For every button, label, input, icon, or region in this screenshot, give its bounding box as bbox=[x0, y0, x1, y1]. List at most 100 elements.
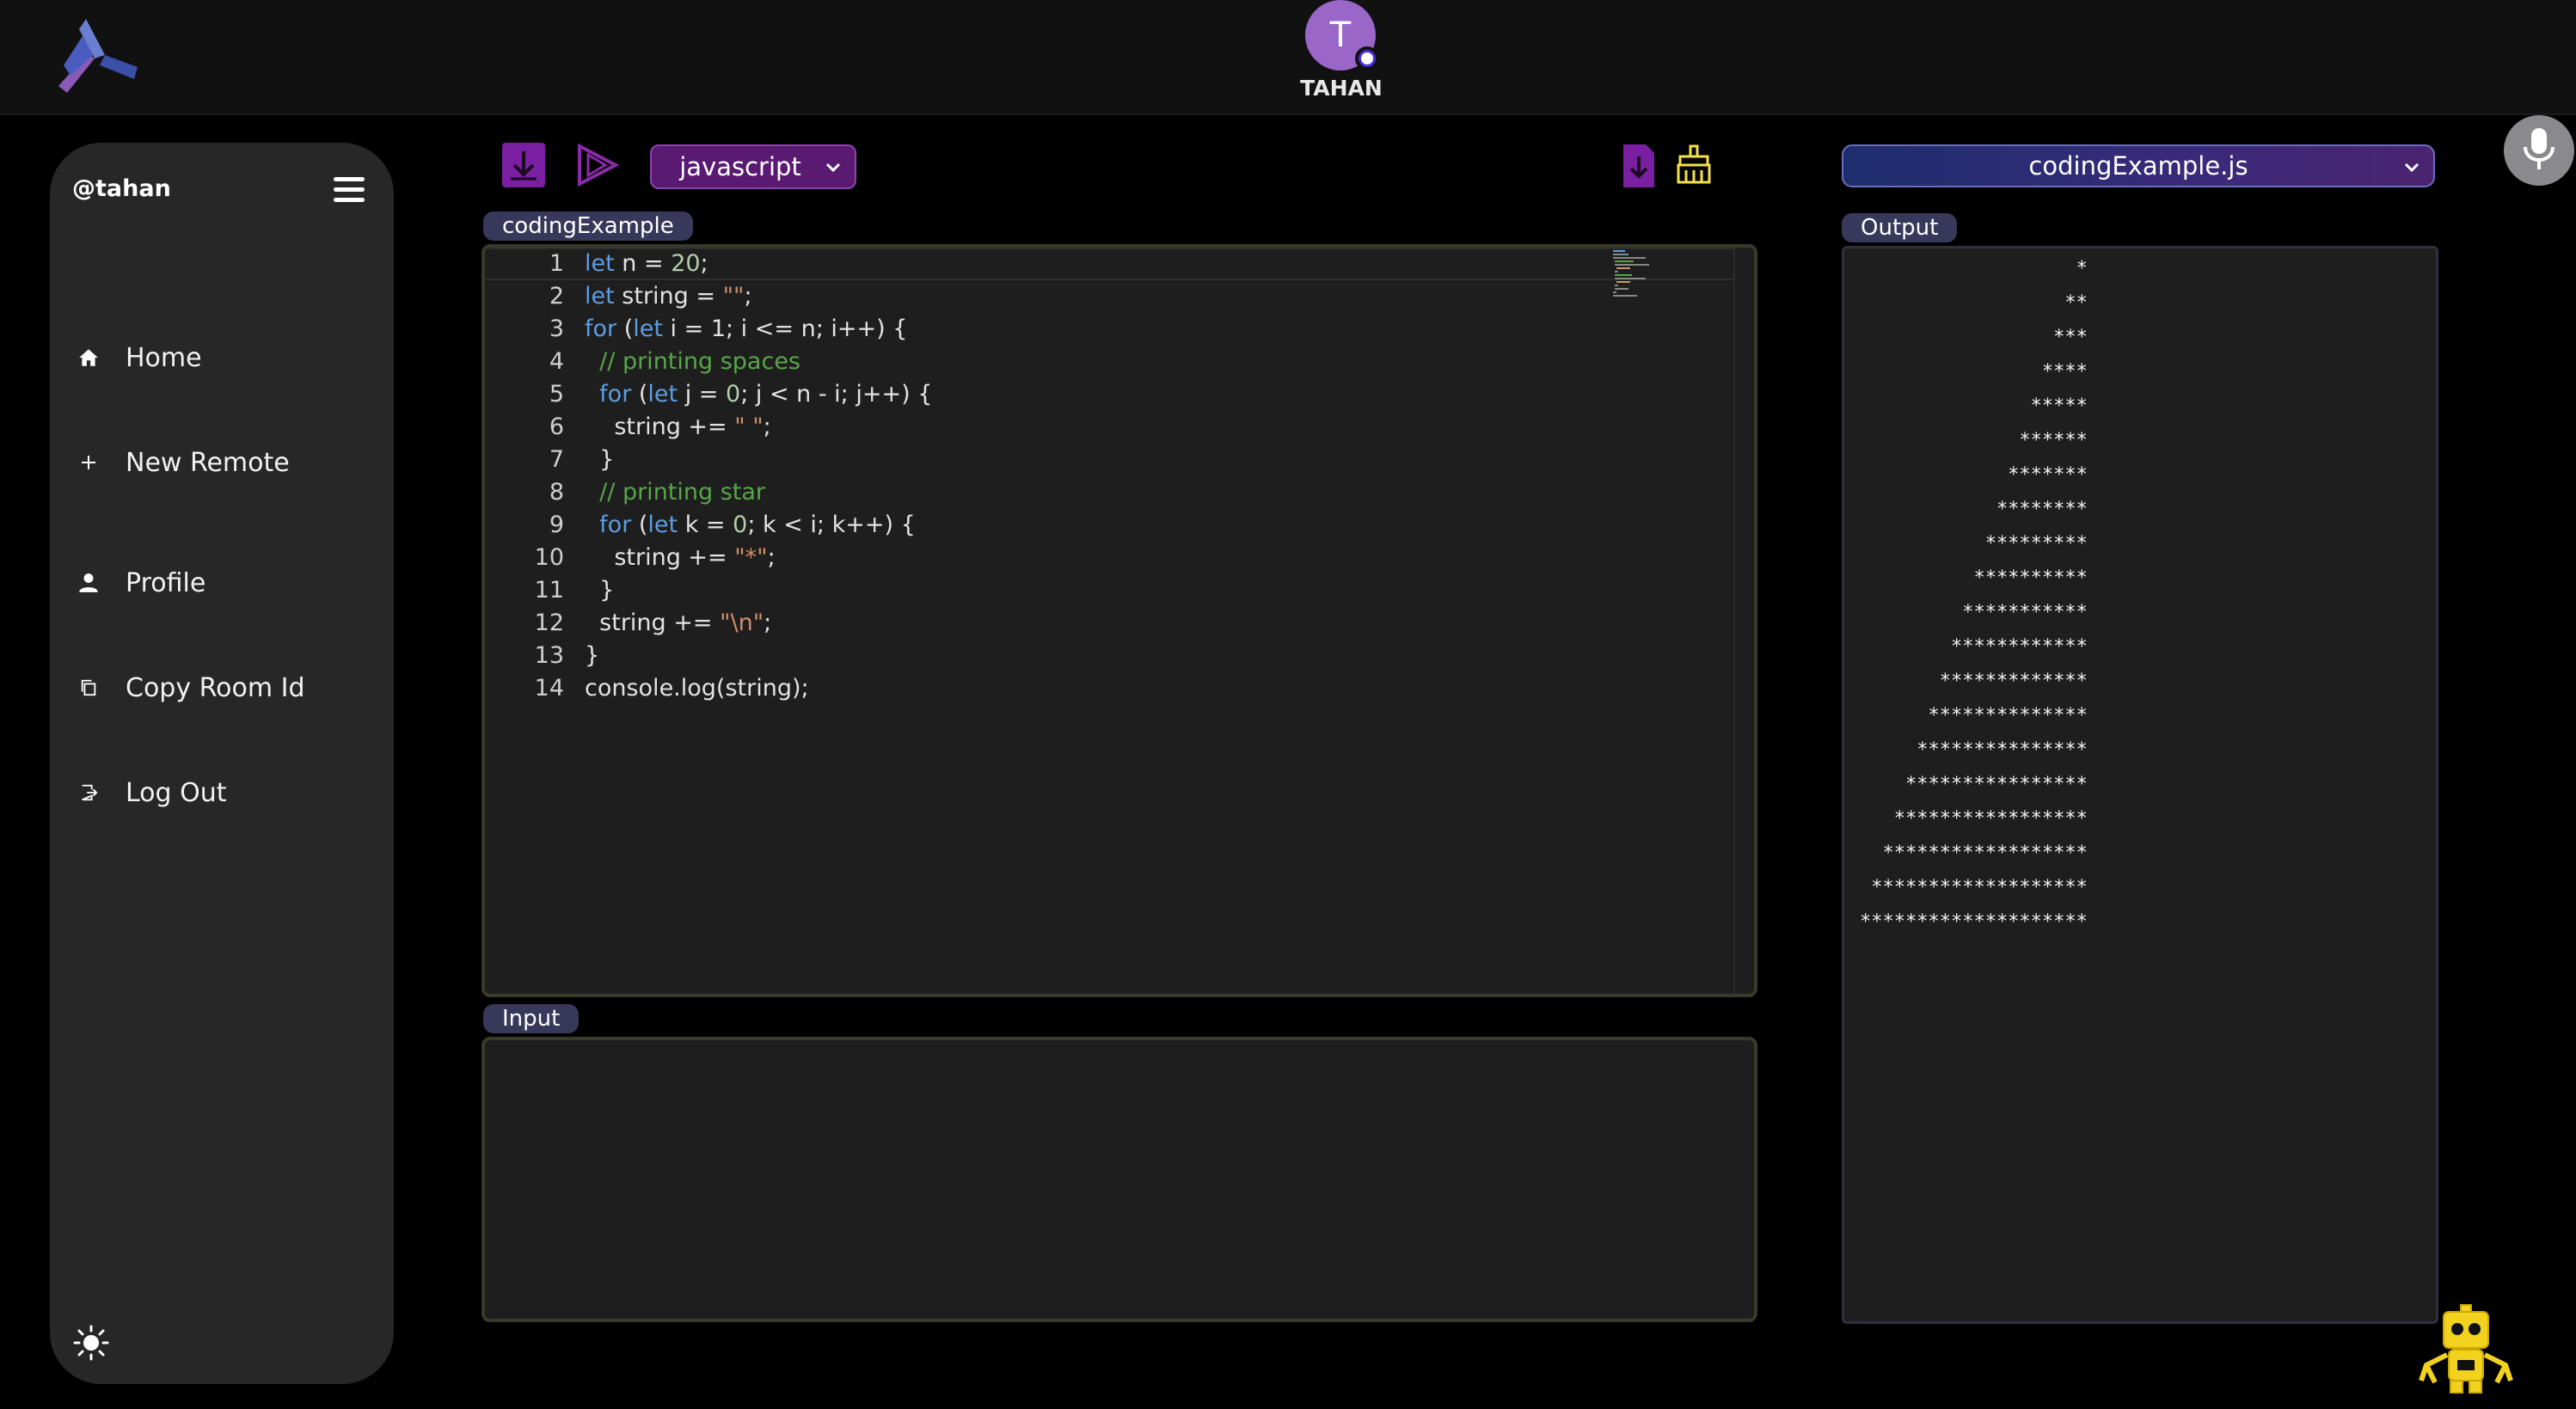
code-editor[interactable]: 1 let n = 20; 2 let string = ""; 3 for (let i… bbox=[481, 244, 1757, 997]
code-token: i = 1; i <= n; i++) { bbox=[662, 315, 908, 342]
stdin-input[interactable] bbox=[481, 1037, 1757, 1322]
code-token: "" bbox=[722, 283, 745, 309]
code-line[interactable]: 4 // printing spaces bbox=[485, 346, 1689, 378]
code-token: " " bbox=[734, 414, 764, 440]
code-line[interactable]: 14 console.log(string); bbox=[485, 672, 1689, 705]
output-line: ***** bbox=[1860, 395, 2088, 417]
code-line[interactable]: 13} bbox=[485, 640, 1689, 672]
code-line[interactable]: 2 let string = ""; bbox=[485, 280, 1689, 313]
sidebar-item-new-remote[interactable]: New Remote bbox=[76, 437, 368, 488]
code-token: } bbox=[585, 642, 600, 669]
editor-scrollbar[interactable] bbox=[1733, 248, 1754, 994]
output-line: ********** bbox=[1860, 567, 2088, 589]
code-text: // printing spaces bbox=[585, 346, 800, 378]
code-text: let n = 20; bbox=[585, 248, 708, 280]
sidebar: @tahan Home New Remote Profile Copy Room… bbox=[50, 143, 394, 1384]
code-text: } bbox=[585, 640, 599, 672]
line-number: 7 bbox=[549, 446, 564, 473]
sidebar-item-log-out[interactable]: Log Out bbox=[76, 767, 368, 818]
microphone-button[interactable] bbox=[2504, 115, 2574, 186]
output-line: ******** bbox=[1860, 499, 2088, 520]
code-token: j = bbox=[678, 381, 726, 407]
line-number: 11 bbox=[534, 577, 564, 603]
line-number: 9 bbox=[549, 512, 564, 538]
code-token: // printing star bbox=[599, 479, 766, 505]
code-line[interactable]: 3 for (let i = 1; i <= n; i++) { bbox=[485, 313, 1689, 346]
hamburger-menu-icon[interactable] bbox=[334, 177, 365, 205]
sun-icon[interactable] bbox=[72, 1324, 110, 1362]
code-token: let bbox=[647, 512, 678, 538]
code-token: ; bbox=[700, 250, 708, 277]
output-line: ************* bbox=[1860, 671, 2088, 692]
code-token: for bbox=[599, 381, 632, 407]
code-token: let bbox=[647, 381, 678, 407]
clear-broom-icon[interactable] bbox=[1673, 144, 1714, 186]
code-line[interactable]: 7 } bbox=[485, 444, 1689, 476]
user-icon bbox=[76, 570, 101, 596]
output-line: ********* bbox=[1860, 533, 2088, 554]
line-number: 5 bbox=[549, 381, 564, 407]
sidebar-item-label: Profile bbox=[126, 567, 206, 598]
code-token: string = bbox=[614, 283, 723, 309]
code-line[interactable]: 9 for (let k = 0; k < i; k++) { bbox=[485, 509, 1689, 542]
code-line[interactable]: 6 string += " "; bbox=[485, 411, 1689, 444]
code-token: 0 bbox=[733, 512, 748, 538]
save-file-icon[interactable] bbox=[1622, 143, 1656, 189]
app-logo[interactable] bbox=[52, 14, 146, 100]
microphone-icon bbox=[2522, 126, 2556, 175]
user-handle: @tahan bbox=[72, 175, 171, 202]
code-token: for bbox=[585, 315, 617, 342]
code-text: for (let k = 0; k < i; k++) { bbox=[585, 509, 916, 542]
line-number: 6 bbox=[549, 414, 564, 440]
code-token: 0 bbox=[726, 381, 741, 407]
output-line: *********** bbox=[1860, 602, 2088, 623]
robot-assistant-icon[interactable] bbox=[2416, 1303, 2516, 1394]
download-code-button[interactable] bbox=[502, 143, 545, 187]
code-line[interactable]: 10 string += "*"; bbox=[485, 542, 1689, 574]
output-line: **** bbox=[1860, 361, 2088, 383]
code-line[interactable]: 8 // printing star bbox=[485, 476, 1689, 509]
copy-icon bbox=[76, 675, 101, 701]
sidebar-item-home[interactable]: Home bbox=[76, 332, 368, 383]
code-token: ( bbox=[631, 381, 648, 407]
sidebar-item-label: Home bbox=[126, 342, 202, 373]
code-text: } bbox=[585, 574, 614, 607]
code-token: for bbox=[599, 512, 632, 538]
output-line: ******************** bbox=[1860, 911, 2088, 933]
output-line: ** bbox=[1860, 292, 2088, 314]
code-token: ( bbox=[616, 315, 634, 342]
sidebar-item-copy-room-id[interactable]: Copy Room Id bbox=[76, 662, 368, 714]
plus-icon bbox=[76, 450, 101, 475]
output-panel: * ** *** **** ***** ****** ******* *****… bbox=[1842, 246, 2438, 1324]
code-line[interactable]: 11 } bbox=[485, 574, 1689, 607]
output-tab: Output bbox=[1842, 213, 1958, 242]
code-minimap[interactable] bbox=[1611, 248, 1689, 299]
code-token: let bbox=[585, 283, 615, 309]
output-line: ******************* bbox=[1860, 877, 2088, 898]
output-line: *** bbox=[1860, 327, 2088, 348]
input-tab: Input bbox=[483, 1004, 580, 1033]
code-line[interactable]: 5 for (let j = 0; j < n - i; j++) { bbox=[485, 378, 1689, 411]
line-number: 12 bbox=[534, 610, 564, 636]
code-text: } bbox=[585, 444, 614, 476]
run-button[interactable] bbox=[576, 143, 621, 187]
code-text: string += " "; bbox=[585, 411, 770, 444]
sidebar-item-profile[interactable]: Profile bbox=[76, 557, 368, 609]
online-status-icon bbox=[1355, 46, 1379, 70]
user-profile[interactable]: T TAHAN bbox=[1298, 0, 1384, 112]
output-line: ************** bbox=[1860, 705, 2088, 726]
sidebar-item-label: Copy Room Id bbox=[126, 672, 305, 703]
editor-tab[interactable]: codingExample bbox=[483, 211, 693, 241]
code-line[interactable]: 12 string += "\n"; bbox=[485, 607, 1689, 640]
code-text: for (let i = 1; i <= n; i++) { bbox=[585, 313, 907, 346]
code-token: ; bbox=[764, 610, 772, 636]
line-number: 3 bbox=[549, 315, 564, 342]
code-line[interactable]: 1 let n = 20; bbox=[485, 248, 1689, 280]
file-select[interactable]: codingExample.js bbox=[1842, 144, 2435, 187]
language-select[interactable]: javascript bbox=[650, 144, 856, 189]
chevron-down-icon bbox=[2402, 158, 2421, 181]
